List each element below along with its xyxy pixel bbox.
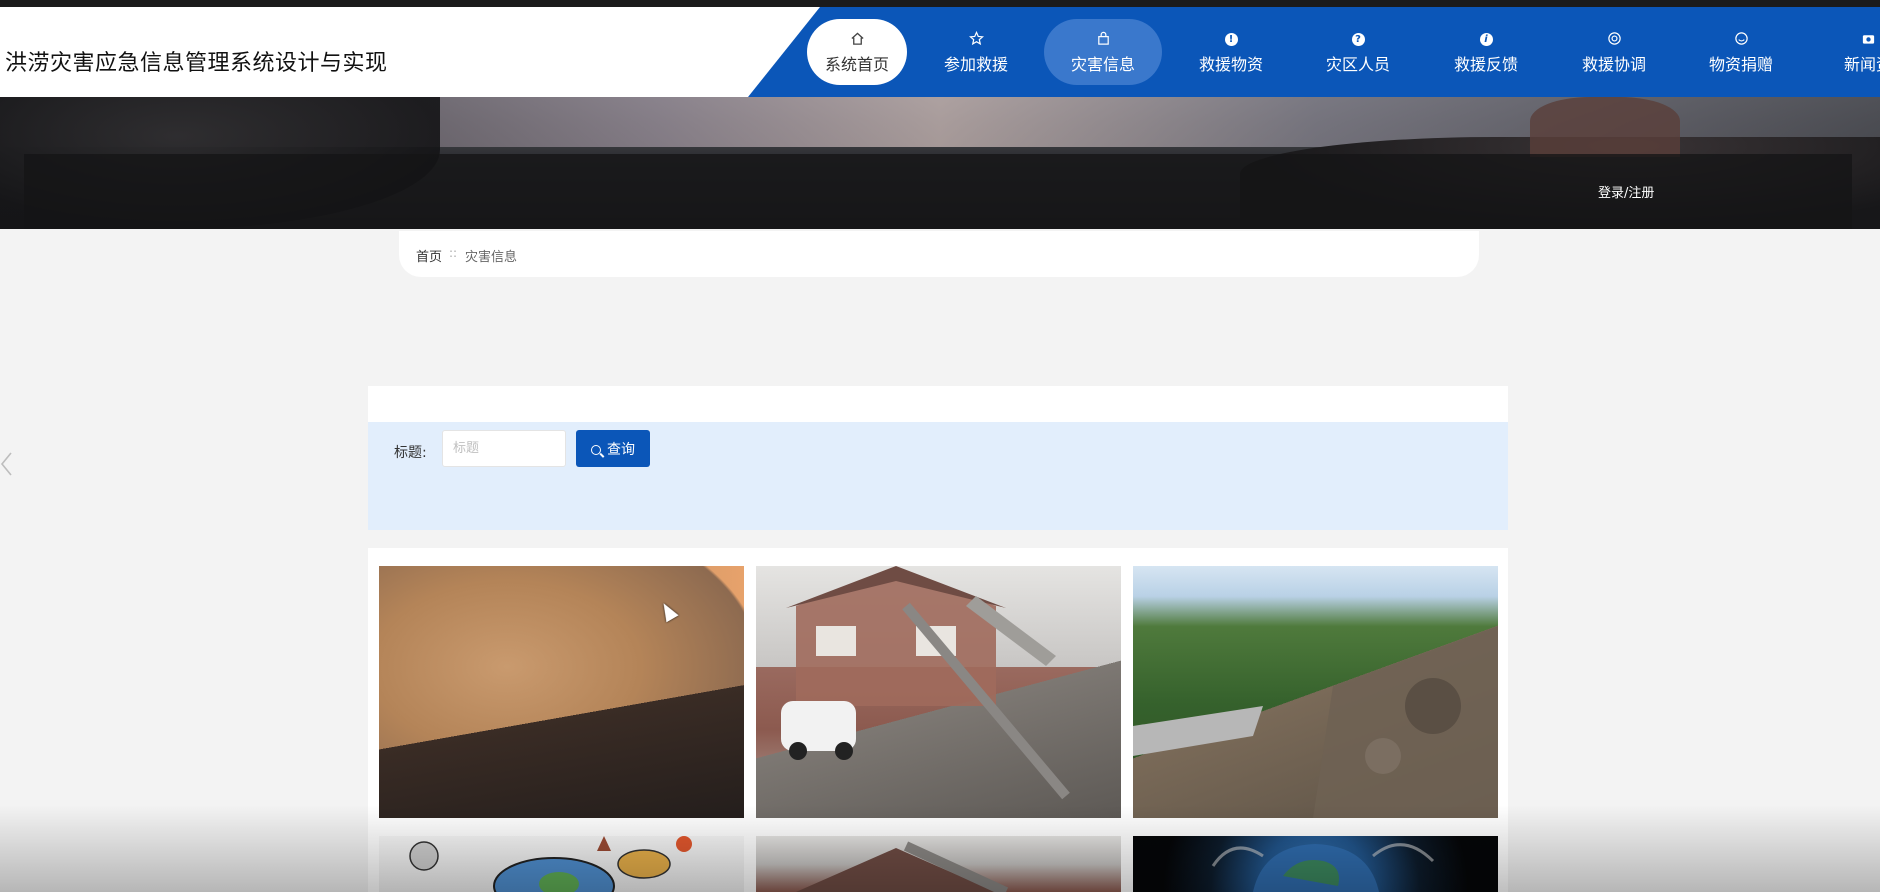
nav-item-rescue-coordination[interactable]: 救援协调: [1555, 19, 1673, 85]
nav-label: 灾区人员: [1325, 55, 1390, 74]
search-button-label: 查询: [607, 440, 635, 457]
title-search-input[interactable]: [442, 430, 566, 467]
nav-item-rescue-feedback[interactable]: i 救援反馈: [1427, 19, 1545, 85]
nav-label: 系统首页: [824, 55, 889, 74]
lifebuoy-icon: [1606, 31, 1622, 47]
search-icon: [591, 444, 601, 455]
card-image: [1133, 566, 1498, 818]
top-strip: [0, 0, 1880, 7]
breadcrumb-home[interactable]: 首页: [416, 246, 442, 265]
disaster-card[interactable]: [1133, 836, 1498, 892]
hero-banner: 登录/注册: [0, 97, 1880, 229]
smile-icon: [1733, 31, 1749, 47]
disaster-card[interactable]: [756, 566, 1121, 818]
header: 洪涝灾害应急信息管理系统设计与实现 系统首页 参加救援 灾害信息 ! 救援物资 …: [0, 7, 1880, 97]
card-image: [379, 836, 744, 892]
nav-label: 物资捐赠: [1708, 55, 1773, 74]
disaster-card-grid: [368, 548, 1508, 892]
banner-rock: [1530, 97, 1680, 157]
nav-label: 救援反馈: [1453, 55, 1518, 74]
nav-label: 参加救援: [943, 55, 1008, 74]
disaster-card[interactable]: [756, 836, 1121, 892]
breadcrumb-separator: ::: [449, 246, 458, 260]
disaster-card[interactable]: [379, 836, 744, 892]
nav-item-donations[interactable]: 物资捐赠: [1682, 19, 1800, 85]
camera-icon: [1860, 31, 1876, 47]
nav-label: 灾害信息: [1070, 55, 1135, 74]
nav-item-home[interactable]: 系统首页: [807, 19, 907, 85]
breadcrumb-current: 灾害信息: [465, 250, 518, 265]
alert-icon: !: [1223, 31, 1239, 47]
nav-item-rescue-supplies[interactable]: ! 救援物资: [1172, 19, 1290, 85]
search-panel: 标题: 查询: [368, 422, 1508, 530]
site-title: 洪涝灾害应急信息管理系统设计与实现: [5, 51, 388, 76]
nav-label: 救援物资: [1198, 55, 1263, 74]
nav-label: 新闻资: [1843, 55, 1880, 74]
bag-icon: [1095, 31, 1111, 47]
nav-item-join-rescue[interactable]: 参加救援: [917, 19, 1035, 85]
card-image: [756, 566, 1121, 818]
nav-item-affected-people[interactable]: ? 灾区人员: [1299, 19, 1417, 85]
disaster-card[interactable]: [379, 566, 744, 818]
card-image: [1133, 836, 1498, 892]
nav-item-news[interactable]: 新闻资: [1809, 19, 1880, 85]
title-filter-label: 标题:: [394, 445, 427, 461]
search-section: 标题: 查询: [368, 386, 1508, 530]
card-image: [756, 836, 1121, 892]
breadcrumb: 首页 :: 灾害信息: [399, 231, 1479, 277]
star-icon: [968, 30, 984, 47]
nav-label: 救援协调: [1581, 55, 1646, 74]
disaster-card[interactable]: [1133, 566, 1498, 818]
home-icon: [849, 31, 865, 47]
banner-overlay: [24, 154, 1852, 229]
nav-item-disaster-info[interactable]: 灾害信息: [1044, 19, 1162, 85]
info-icon: i: [1478, 31, 1494, 47]
question-icon: ?: [1350, 31, 1366, 47]
card-image: [379, 566, 744, 818]
login-register-link[interactable]: 登录/注册: [1598, 182, 1654, 201]
chevron-left-icon[interactable]: [0, 450, 14, 478]
search-button[interactable]: 查询: [576, 430, 650, 467]
main-nav: 系统首页 参加救援 灾害信息 ! 救援物资 ? 灾区人员 i 救援反馈 救援协调…: [748, 7, 1880, 97]
